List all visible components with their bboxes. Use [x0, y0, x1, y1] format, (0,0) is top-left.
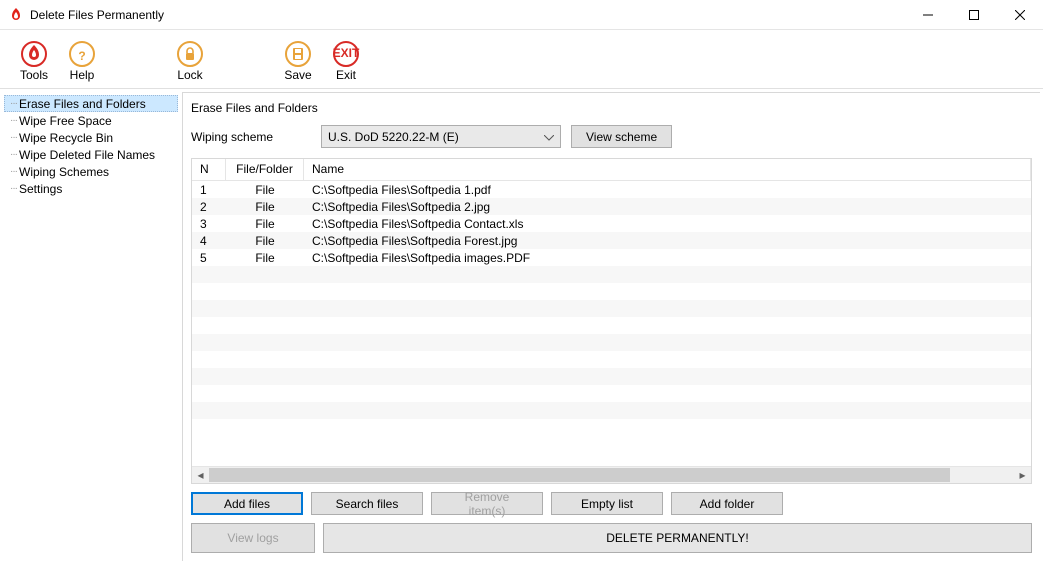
- scroll-track[interactable]: [209, 467, 1014, 483]
- scheme-label: Wiping scheme: [191, 130, 311, 144]
- window-title: Delete Files Permanently: [30, 8, 164, 22]
- table-row[interactable]: [192, 317, 1031, 334]
- app-icon: [8, 7, 24, 23]
- help-button[interactable]: ? Help: [58, 40, 106, 82]
- table-row[interactable]: 4FileC:\Softpedia Files\Softpedia Forest…: [192, 232, 1031, 249]
- main-panel: Erase Files and Folders Wiping scheme U.…: [182, 92, 1040, 561]
- add-files-button[interactable]: Add files: [191, 492, 303, 515]
- scroll-left-icon[interactable]: ◂: [192, 468, 209, 482]
- empty-list-button[interactable]: Empty list: [551, 492, 663, 515]
- action-row: View logs DELETE PERMANENTLY!: [191, 523, 1032, 553]
- tree-branch-icon: ···: [10, 166, 17, 177]
- toolbar-label: Save: [284, 68, 311, 82]
- horizontal-scrollbar[interactable]: ◂ ▸: [192, 466, 1031, 483]
- lock-icon: [176, 40, 204, 68]
- search-files-button[interactable]: Search files: [311, 492, 423, 515]
- svg-text:EXIT: EXIT: [333, 46, 360, 60]
- panel-title: Erase Files and Folders: [191, 99, 1032, 117]
- tree-branch-icon: ···: [10, 149, 17, 160]
- delete-permanently-button[interactable]: DELETE PERMANENTLY!: [323, 523, 1032, 553]
- sidebar-item-label: Erase Files and Folders: [19, 97, 146, 111]
- col-header-n[interactable]: N: [192, 159, 226, 180]
- table-row[interactable]: [192, 419, 1031, 436]
- sidebar-item-label: Wipe Recycle Bin: [19, 131, 113, 145]
- toolbar-label: Help: [70, 68, 95, 82]
- sidebar-item-label: Settings: [19, 182, 62, 196]
- minimize-button[interactable]: [905, 0, 951, 30]
- sidebar-item-wipe-deleted-names[interactable]: ···Wipe Deleted File Names: [4, 146, 178, 163]
- sidebar-item-label: Wipe Deleted File Names: [19, 148, 155, 162]
- scheme-row: Wiping scheme U.S. DoD 5220.22-M (E) Vie…: [191, 125, 1032, 148]
- maximize-button[interactable]: [951, 0, 997, 30]
- table-row[interactable]: 5FileC:\Softpedia Files\Softpedia images…: [192, 249, 1031, 266]
- table-row[interactable]: [192, 283, 1031, 300]
- scroll-thumb[interactable]: [209, 468, 950, 482]
- table-row[interactable]: 2FileC:\Softpedia Files\Softpedia 2.jpg: [192, 198, 1031, 215]
- sidebar-item-label: Wiping Schemes: [19, 165, 109, 179]
- help-icon: ?: [68, 40, 96, 68]
- toolbar: Tools ? Help Lock Save EXIT Exit: [0, 30, 1043, 88]
- sidebar-item-wipe-free-space[interactable]: ···Wipe Free Space: [4, 112, 178, 129]
- toolbar-label: Exit: [336, 68, 356, 82]
- chevron-down-icon: [544, 130, 554, 144]
- table-row[interactable]: [192, 300, 1031, 317]
- exit-icon: EXIT: [332, 40, 360, 68]
- scheme-value: U.S. DoD 5220.22-M (E): [328, 130, 459, 144]
- sidebar-item-erase-files[interactable]: ···Erase Files and Folders: [4, 95, 178, 112]
- remove-items-button[interactable]: Remove item(s): [431, 492, 543, 515]
- tree-branch-icon: ···: [10, 183, 17, 194]
- tree-branch-icon: ···: [10, 98, 17, 109]
- table-row[interactable]: 3FileC:\Softpedia Files\Softpedia Contac…: [192, 215, 1031, 232]
- sidebar: ···Erase Files and Folders ···Wipe Free …: [0, 89, 182, 564]
- table-row[interactable]: [192, 402, 1031, 419]
- scroll-right-icon[interactable]: ▸: [1014, 468, 1031, 482]
- sidebar-item-settings[interactable]: ···Settings: [4, 180, 178, 197]
- table-row[interactable]: [192, 266, 1031, 283]
- col-header-filefolder[interactable]: File/Folder: [226, 159, 304, 180]
- tools-button[interactable]: Tools: [10, 40, 58, 82]
- exit-button[interactable]: EXIT Exit: [322, 40, 370, 82]
- sidebar-item-label: Wipe Free Space: [19, 114, 112, 128]
- save-button[interactable]: Save: [274, 40, 322, 82]
- tree-branch-icon: ···: [10, 132, 17, 143]
- close-button[interactable]: [997, 0, 1043, 30]
- table-row[interactable]: [192, 368, 1031, 385]
- scheme-select[interactable]: U.S. DoD 5220.22-M (E): [321, 125, 561, 148]
- save-icon: [284, 40, 312, 68]
- flame-icon: [20, 40, 48, 68]
- svg-text:?: ?: [78, 49, 85, 63]
- button-row: Add files Search files Remove item(s) Em…: [191, 492, 1032, 515]
- toolbar-label: Lock: [177, 68, 202, 82]
- title-bar: Delete Files Permanently: [0, 0, 1043, 30]
- col-header-name[interactable]: Name: [304, 159, 1031, 180]
- table-row[interactable]: [192, 334, 1031, 351]
- sidebar-item-wipe-recycle-bin[interactable]: ···Wipe Recycle Bin: [4, 129, 178, 146]
- table-row[interactable]: [192, 385, 1031, 402]
- view-scheme-button[interactable]: View scheme: [571, 125, 672, 148]
- table-row[interactable]: [192, 351, 1031, 368]
- grid-body[interactable]: 1FileC:\Softpedia Files\Softpedia 1.pdf …: [192, 181, 1031, 466]
- add-folder-button[interactable]: Add folder: [671, 492, 783, 515]
- view-logs-button[interactable]: View logs: [191, 523, 315, 553]
- lock-button[interactable]: Lock: [166, 40, 214, 82]
- tree-branch-icon: ···: [10, 115, 17, 126]
- file-grid: N File/Folder Name 1FileC:\Softpedia Fil…: [191, 158, 1032, 484]
- sidebar-item-wiping-schemes[interactable]: ···Wiping Schemes: [4, 163, 178, 180]
- table-row[interactable]: 1FileC:\Softpedia Files\Softpedia 1.pdf: [192, 181, 1031, 198]
- grid-header: N File/Folder Name: [192, 159, 1031, 181]
- toolbar-label: Tools: [20, 68, 48, 82]
